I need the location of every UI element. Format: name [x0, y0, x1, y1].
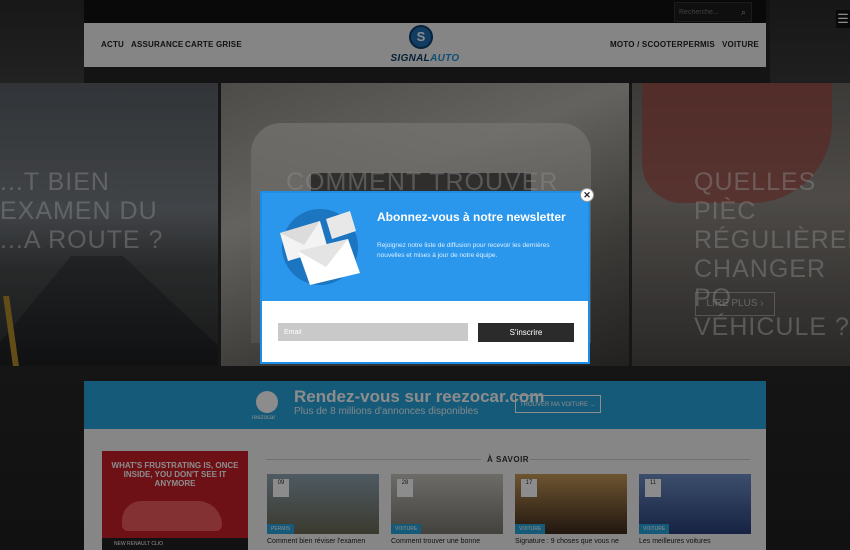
- close-icon[interactable]: ✕: [580, 188, 594, 202]
- newsletter-title: Abonnez-vous à notre newsletter: [377, 210, 566, 224]
- newsletter-modal: Abonnez-vous à notre newsletter Rejoigne…: [260, 191, 590, 364]
- newsletter-description: Rejoignez notre liste de diffusion pour …: [377, 242, 550, 259]
- newsletter-header: Abonnez-vous à notre newsletter Rejoigne…: [262, 193, 588, 301]
- email-field[interactable]: [278, 323, 468, 341]
- subscribe-button[interactable]: S'inscrire: [478, 323, 574, 342]
- envelope-icon: [280, 209, 360, 285]
